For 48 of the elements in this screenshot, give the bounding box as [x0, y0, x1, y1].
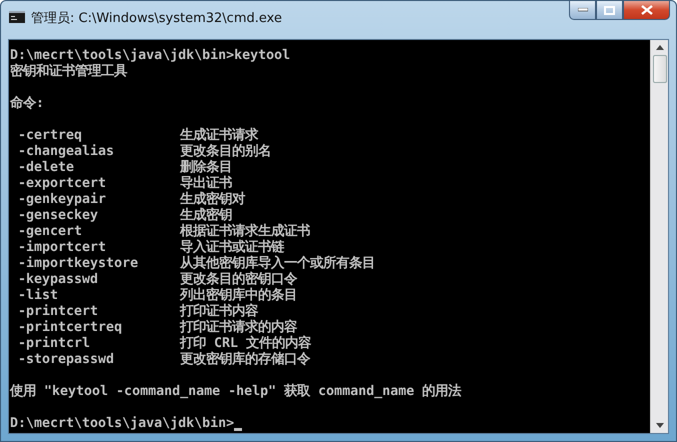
- command-name: -genseckey: [17, 208, 100, 224]
- tool-heading: 密钥和证书管理工具: [10, 64, 127, 80]
- minimize-button[interactable]: [569, 1, 596, 20]
- usage-hint: 使用 "keytool -command_name -help" 获取 command_name 的用法: [10, 384, 462, 400]
- console-icon: [9, 11, 25, 23]
- command-description: 导出证书: [180, 176, 232, 191]
- command-description: 打印证书请求的内容: [180, 320, 297, 335]
- command-name: -printcert: [17, 304, 100, 320]
- command-name: -printcrl: [17, 336, 92, 352]
- text-cursor: [234, 428, 242, 431]
- command-description: 更改条目的密钥口令: [180, 272, 297, 287]
- command-description: 打印证书内容: [180, 304, 258, 320]
- command-name: -importcert: [17, 240, 108, 256]
- command-description: 生成密钥: [180, 208, 232, 224]
- command-description: 从其他密钥库导入一个或所有条目: [180, 256, 375, 271]
- scroll-up-icon[interactable]: [656, 45, 664, 50]
- command-description: 生成证书请求: [180, 128, 258, 144]
- close-button[interactable]: [623, 1, 670, 20]
- command-name: -printcertreq: [17, 320, 124, 336]
- command-description: 更改条目的别名: [180, 144, 271, 160]
- minimize-icon: [578, 8, 588, 12]
- command-name: -exportcert: [17, 176, 108, 192]
- scrollbar[interactable]: [650, 40, 668, 433]
- command-name: -keypasswd: [17, 272, 100, 288]
- command-description: 导入证书或证书链: [180, 240, 284, 255]
- maximize-icon: [604, 6, 615, 14]
- close-icon: [640, 5, 652, 15]
- command-line: D:\mecrt\tools\java\jdk\bin>keytool: [10, 48, 290, 63]
- command-description: 生成密钥对: [180, 192, 245, 207]
- command-description: 打印 CRL 文件的内容: [180, 336, 312, 351]
- command-name: -list: [17, 288, 60, 304]
- maximize-button[interactable]: [596, 1, 623, 20]
- command-name: -storepasswd: [17, 352, 116, 368]
- command-description: 更改密钥库的存储口令: [180, 352, 310, 368]
- command-description: 根据证书请求生成证书: [180, 224, 310, 240]
- command-description: 删除条目: [180, 160, 232, 176]
- command-name: -genkeypair: [17, 192, 108, 208]
- command-name: -certreq: [17, 128, 84, 144]
- command-description: 列出密钥库中的条目: [180, 288, 297, 303]
- command-prompt: D:\mecrt\tools\java\jdk\bin>: [10, 416, 234, 432]
- command-name: -gencert: [17, 224, 84, 240]
- commands-label: 命令:: [10, 96, 44, 112]
- scroll-down-icon[interactable]: [656, 423, 664, 428]
- command-name: -importkeystore: [17, 256, 140, 272]
- window-title: 管理员: C:\Windows\system32\cmd.exe: [31, 10, 282, 27]
- command-name: -changealias: [17, 144, 116, 160]
- scrollbar-thumb[interactable]: [652, 55, 666, 83]
- command-name: -delete: [17, 160, 76, 176]
